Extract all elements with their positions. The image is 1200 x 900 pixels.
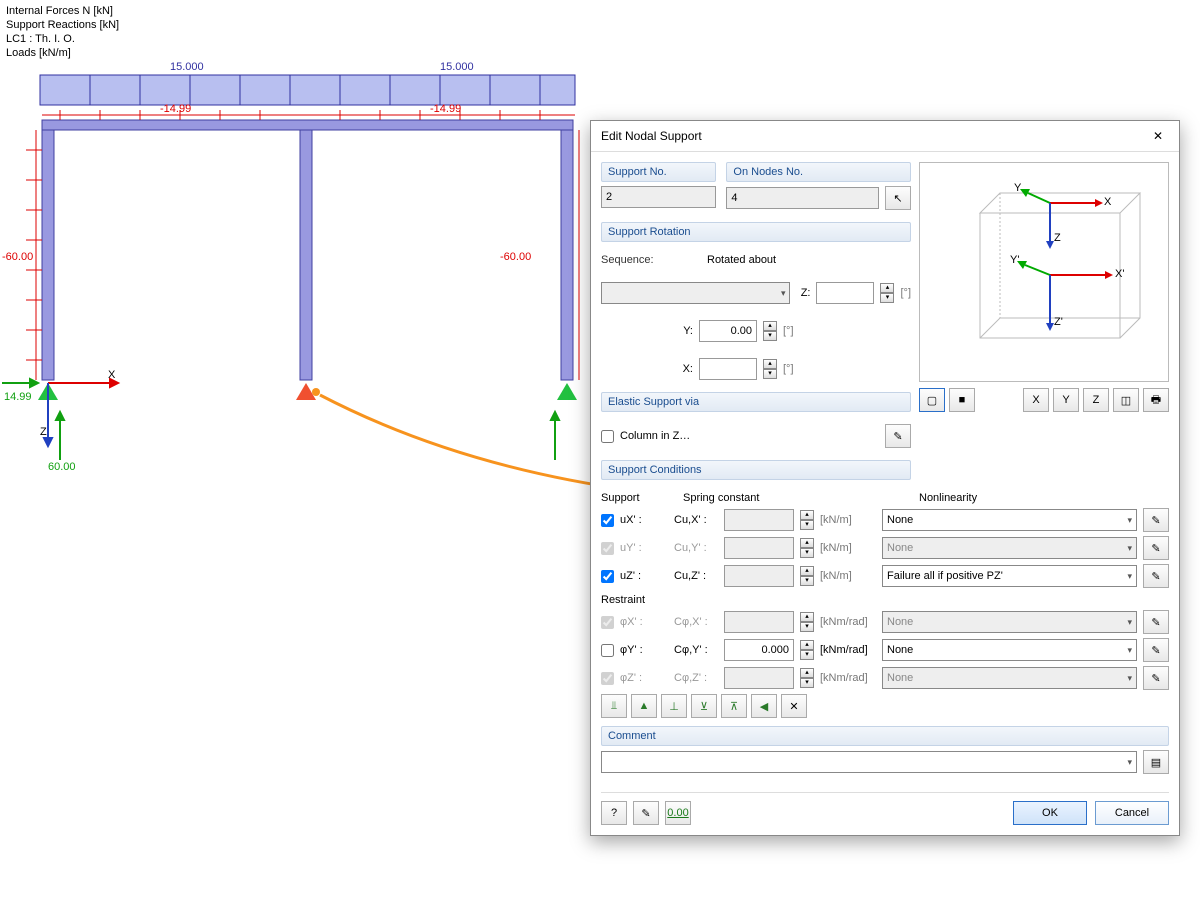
edit-icon[interactable]: ✎: [1143, 564, 1169, 588]
units-icon[interactable]: 0.00: [665, 801, 691, 825]
legend-line: Support Reactions [kN]: [6, 18, 119, 32]
cphx-input: [724, 611, 794, 633]
column-z-label: Column in Z…: [620, 430, 690, 442]
phiz-nonlin-select: None▾: [882, 667, 1137, 689]
col-support: Support: [601, 492, 683, 504]
edit-icon[interactable]: ✎: [1143, 666, 1169, 690]
comment-combo[interactable]: ▾: [601, 751, 1137, 773]
uz-checkbox[interactable]: [601, 570, 614, 583]
support-mid-icon: [296, 383, 316, 400]
ux-checkbox[interactable]: [601, 514, 614, 527]
col-shear: -60.00: [2, 251, 33, 263]
support-type-icon[interactable]: ◀: [751, 694, 777, 718]
spinner-icon[interactable]: ▴▾: [880, 283, 894, 303]
view-iso-icon[interactable]: ◫: [1113, 388, 1139, 412]
support-type-icon[interactable]: ⊻: [691, 694, 717, 718]
svg-text:Y': Y': [1010, 254, 1019, 266]
col-shear: -60.00: [500, 251, 531, 263]
dialog-title: Edit Nodal Support: [601, 129, 702, 143]
col-nonlin: Nonlinearity: [919, 492, 977, 504]
comment-lib-icon[interactable]: ▤: [1143, 750, 1169, 774]
view-solid-icon[interactable]: ■: [949, 388, 975, 412]
edit-icon[interactable]: ✎: [1143, 610, 1169, 634]
uy-checkbox: [601, 542, 614, 555]
cphz-input: [724, 667, 794, 689]
view-z-icon[interactable]: Z: [1083, 388, 1109, 412]
on-nodes-input[interactable]: [726, 187, 879, 209]
restraint-label: Restraint: [601, 594, 1169, 606]
svg-text:Y: Y: [1014, 182, 1022, 194]
legend-line: Loads [kN/m]: [6, 46, 119, 60]
edit-nodal-support-dialog: Edit Nodal Support ✕ Support No. On Node…: [590, 120, 1180, 836]
support-no-header: Support No.: [601, 162, 716, 182]
on-nodes-header: On Nodes No.: [726, 162, 911, 182]
edit-column-icon[interactable]: ✎: [885, 424, 911, 448]
svg-text:X: X: [108, 369, 116, 381]
col-spring: Spring constant: [683, 492, 919, 504]
phiy-checkbox[interactable]: [601, 644, 614, 657]
uz-nonlin-select[interactable]: Failure all if positive PZ'▾: [882, 565, 1137, 587]
n-force: -14.99: [430, 103, 461, 115]
reaction-h: 14.99: [4, 391, 32, 403]
n-force: -14.99: [160, 103, 191, 115]
edit-icon[interactable]: ✎: [1143, 536, 1169, 560]
edit-icon[interactable]: ✎: [1143, 638, 1169, 662]
comment-header: Comment: [601, 726, 1169, 746]
cux-input[interactable]: [724, 509, 794, 531]
elastic-header: Elastic Support via: [601, 392, 911, 412]
legend-line: LC1 : Th. I. O.: [6, 32, 119, 46]
svg-text:Z': Z': [1054, 316, 1063, 328]
edit-icon[interactable]: ✎: [1143, 508, 1169, 532]
svg-text:X': X': [1115, 268, 1124, 280]
uy-nonlin-select: None▾: [882, 537, 1137, 559]
rotated-about-label: Rotated about: [707, 254, 776, 266]
phiy-nonlin-select[interactable]: None▾: [882, 639, 1137, 661]
support-type-icon[interactable]: ▲: [631, 694, 657, 718]
column-z-checkbox[interactable]: [601, 430, 614, 443]
rot-z-input[interactable]: [816, 282, 874, 304]
view-x-icon[interactable]: X: [1023, 388, 1049, 412]
ux-nonlin-select[interactable]: None▾: [882, 509, 1137, 531]
legend-line: Internal Forces N [kN]: [6, 4, 119, 18]
support-no-input[interactable]: [601, 186, 716, 208]
sequence-select[interactable]: ▾: [601, 282, 790, 304]
support-type-icon[interactable]: ⊼: [721, 694, 747, 718]
pick-nodes-icon[interactable]: ↖: [885, 186, 911, 210]
ok-button[interactable]: OK: [1013, 801, 1087, 825]
phix-nonlin-select: None▾: [882, 611, 1137, 633]
view-wireframe-icon[interactable]: ▢: [919, 388, 945, 412]
svg-text:Z: Z: [40, 426, 47, 438]
axis-preview: X Y Z X' Y' Z': [919, 162, 1169, 382]
support-type-icon[interactable]: ⫫: [601, 694, 627, 718]
spinner-icon[interactable]: ▴▾: [763, 321, 777, 341]
rot-x-input[interactable]: [699, 358, 757, 380]
reaction-v: 60.00: [48, 461, 76, 473]
phix-checkbox: [601, 616, 614, 629]
rotation-header: Support Rotation: [601, 222, 911, 242]
sequence-label: Sequence:: [601, 254, 673, 266]
help-icon[interactable]: ?: [601, 801, 627, 825]
support-type-icon[interactable]: ✕: [781, 694, 807, 718]
cancel-button[interactable]: Cancel: [1095, 801, 1169, 825]
svg-text:X: X: [1104, 196, 1112, 208]
structural-diagram: 15.000 15.000 -14.99 -14.99 -60.00 -60.0…: [0, 60, 590, 510]
support-type-icon[interactable]: ⊥: [661, 694, 687, 718]
close-icon[interactable]: ✕: [1147, 129, 1169, 143]
spinner-icon[interactable]: ▴▾: [763, 359, 777, 379]
load-value: 15.000: [170, 61, 204, 73]
cuz-input[interactable]: [724, 565, 794, 587]
cphy-input[interactable]: [724, 639, 794, 661]
load-value: 15.000: [440, 61, 474, 73]
legend: Internal Forces N [kN] Support Reactions…: [6, 4, 119, 60]
view-y-icon[interactable]: Y: [1053, 388, 1079, 412]
support-right-icon: [557, 383, 577, 400]
svg-text:Z: Z: [1054, 232, 1061, 244]
conditions-header: Support Conditions: [601, 460, 911, 480]
phiz-checkbox: [601, 672, 614, 685]
cuy-input: [724, 537, 794, 559]
notes-icon[interactable]: ✎: [633, 801, 659, 825]
rot-y-input[interactable]: [699, 320, 757, 342]
view-print-icon[interactable]: 🖶: [1143, 388, 1169, 412]
